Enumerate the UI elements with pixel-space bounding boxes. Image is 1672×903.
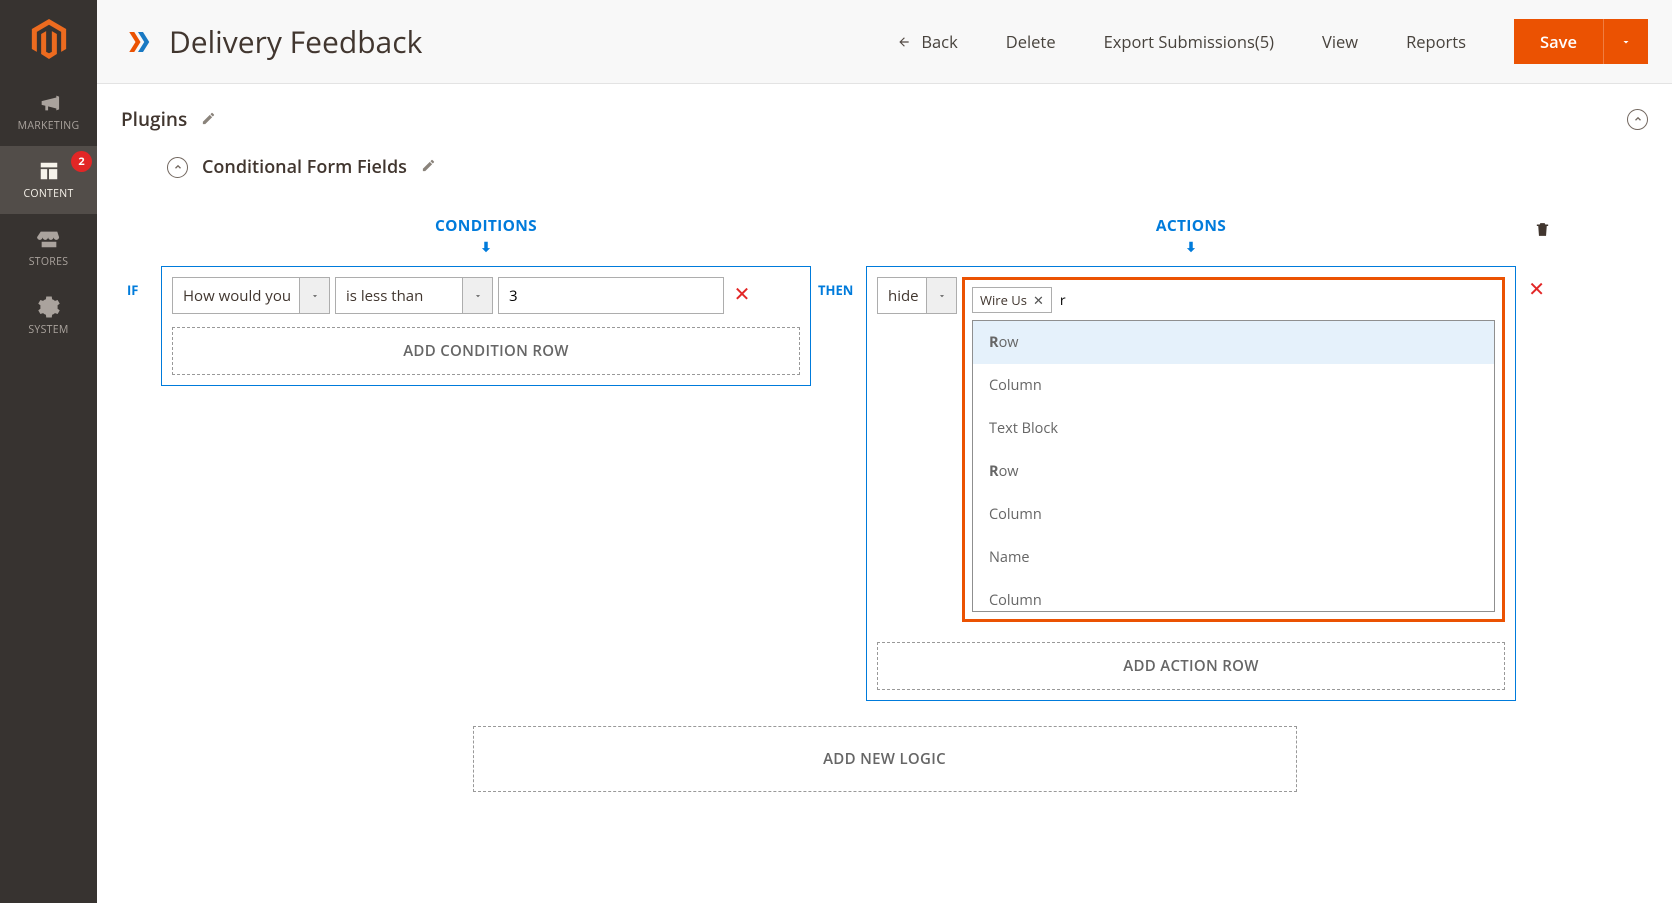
page-header: Delivery Feedback Back Delete Export Sub… xyxy=(97,0,1672,84)
then-label: THEN xyxy=(818,281,853,299)
edit-icon[interactable] xyxy=(421,155,436,179)
view-button[interactable]: View xyxy=(1322,30,1358,53)
chip-remove-button[interactable]: ✕ xyxy=(1033,291,1044,309)
collapse-subsection-button[interactable] xyxy=(167,157,188,178)
nav-system[interactable]: SYSTEM xyxy=(0,282,97,350)
condition-operator-value: is less than xyxy=(346,286,462,306)
action-row: hide Wire Us ✕ xyxy=(877,277,1505,622)
subsection-title: Conditional Form Fields xyxy=(202,155,407,179)
pencil-icon xyxy=(421,158,436,173)
actions-column: ACTIONS THEN hide xyxy=(866,214,1516,701)
dropdown-option[interactable]: Column xyxy=(973,364,1494,407)
nav-label: STORES xyxy=(29,255,69,269)
remove-action-button[interactable]: ✕ xyxy=(1528,275,1545,302)
admin-sidebar: MARKETING CONTENT 2 STORES SYSTEM xyxy=(0,0,97,903)
subsection-header: Conditional Form Fields xyxy=(167,155,1648,179)
layout-icon xyxy=(37,160,61,182)
save-dropdown[interactable] xyxy=(1603,19,1648,64)
pencil-icon xyxy=(201,111,216,126)
arrow-down-icon xyxy=(866,240,1516,256)
condition-field-select[interactable]: How would you xyxy=(172,277,330,314)
logic-columns: CONDITIONS IF How would you is less than xyxy=(161,214,1648,701)
action-target-multiselect[interactable]: Wire Us ✕ Row Column Text Block Row Co xyxy=(962,277,1505,622)
content-area: Plugins Conditional Form Fields CONDITIO… xyxy=(97,84,1672,903)
nav-stores[interactable]: STORES xyxy=(0,214,97,282)
back-label: Back xyxy=(921,30,957,53)
nav-label: CONTENT xyxy=(23,187,73,201)
condition-row: How would you is less than ✕ xyxy=(172,277,800,314)
dropdown-option[interactable]: Row xyxy=(973,321,1494,364)
main-area: Delivery Feedback Back Delete Export Sub… xyxy=(97,0,1672,903)
save-group: Save xyxy=(1514,19,1648,64)
page-title: Delivery Feedback xyxy=(169,21,422,62)
chips-row: Wire Us ✕ xyxy=(972,287,1495,313)
dropdown-option[interactable]: Column xyxy=(973,579,1494,612)
nav-label: SYSTEM xyxy=(28,323,68,337)
arrow-down-icon xyxy=(161,240,811,256)
chip-label: Wire Us xyxy=(980,291,1027,309)
action-verb-select[interactable]: hide xyxy=(877,277,957,314)
multiselect-search-input[interactable] xyxy=(1060,289,1495,311)
edit-icon[interactable] xyxy=(201,106,216,132)
actions-box: THEN hide Wire Us ✕ xyxy=(866,266,1516,701)
caret-down-icon xyxy=(937,291,947,301)
reports-button[interactable]: Reports xyxy=(1406,30,1466,53)
nav-marketing[interactable]: MARKETING xyxy=(0,78,97,146)
trash-icon xyxy=(1534,220,1551,239)
remove-condition-button[interactable]: ✕ xyxy=(729,277,755,304)
back-button[interactable]: Back xyxy=(896,30,957,53)
selected-chip: Wire Us ✕ xyxy=(972,287,1052,313)
add-condition-row-button[interactable]: ADD CONDITION ROW xyxy=(172,327,800,375)
plugins-title: Plugins xyxy=(121,106,187,132)
page-brand: Delivery Feedback xyxy=(121,21,422,62)
header-actions: Back Delete Export Submissions(5) View R… xyxy=(896,19,1648,64)
select-caret[interactable] xyxy=(462,278,492,313)
caret-down-icon xyxy=(1620,36,1632,48)
conditions-heading: CONDITIONS xyxy=(161,214,811,236)
brand-icon xyxy=(121,27,155,57)
gear-icon xyxy=(37,296,61,318)
conditions-box: IF How would you is less than ✕ A xyxy=(161,266,811,386)
plugins-panel-header: Plugins xyxy=(121,106,1648,132)
action-verb-value: hide xyxy=(888,286,926,306)
export-button[interactable]: Export Submissions(5) xyxy=(1104,30,1274,53)
multiselect-dropdown: Row Column Text Block Row Column Name Co… xyxy=(972,320,1495,612)
caret-down-icon xyxy=(310,291,320,301)
storefront-icon xyxy=(37,228,61,250)
select-caret[interactable] xyxy=(926,278,956,313)
condition-value-input[interactable] xyxy=(498,277,724,314)
dropdown-option[interactable]: Name xyxy=(973,536,1494,579)
condition-operator-select[interactable]: is less than xyxy=(335,277,493,314)
magento-logo[interactable] xyxy=(0,0,97,78)
nav-content[interactable]: CONTENT 2 xyxy=(0,146,97,214)
if-label: IF xyxy=(127,281,138,299)
magento-icon xyxy=(31,19,67,59)
select-caret[interactable] xyxy=(299,278,329,313)
delete-logic-button[interactable] xyxy=(1534,220,1551,244)
collapse-panel-button[interactable] xyxy=(1627,109,1648,130)
delete-button[interactable]: Delete xyxy=(1006,30,1056,53)
arrow-left-icon xyxy=(896,35,912,49)
dropdown-option[interactable]: Row xyxy=(973,450,1494,493)
conditions-column: CONDITIONS IF How would you is less than xyxy=(161,214,811,701)
notification-badge: 2 xyxy=(71,151,92,172)
caret-down-icon xyxy=(473,291,483,301)
bullhorn-icon xyxy=(37,92,61,114)
add-action-row-button[interactable]: ADD ACTION ROW xyxy=(877,642,1505,690)
nav-label: MARKETING xyxy=(18,119,80,133)
condition-field-value: How would you xyxy=(183,286,299,306)
dropdown-option[interactable]: Text Block xyxy=(973,407,1494,450)
chevron-up-icon xyxy=(173,162,183,172)
dropdown-option[interactable]: Column xyxy=(973,493,1494,536)
chevron-up-icon xyxy=(1633,114,1643,124)
actions-heading: ACTIONS xyxy=(866,214,1516,236)
add-new-logic-button[interactable]: ADD NEW LOGIC xyxy=(473,726,1297,792)
save-button[interactable]: Save xyxy=(1514,19,1603,64)
